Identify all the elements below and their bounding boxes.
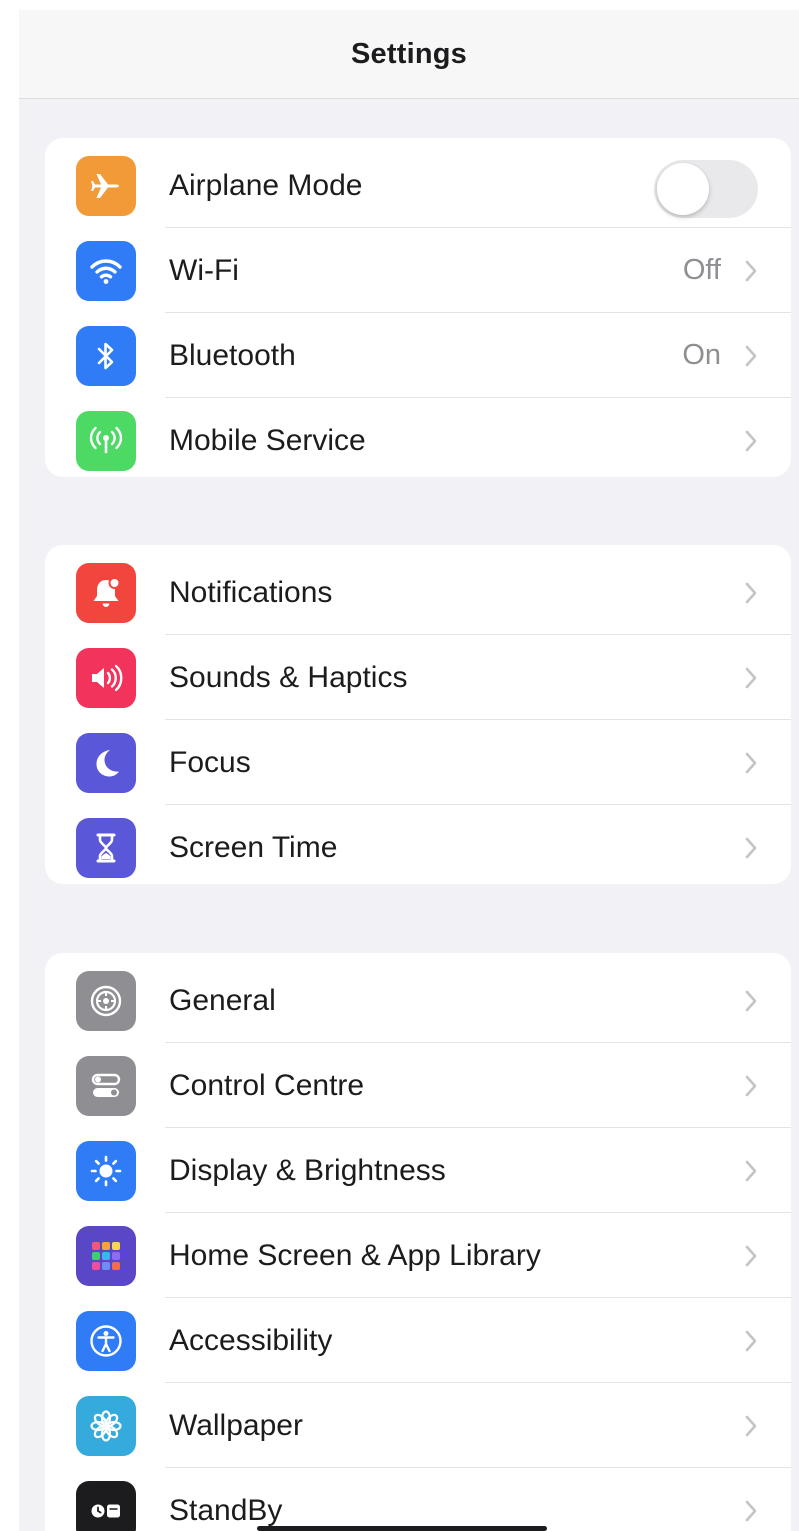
settings-row-standby[interactable]: StandBy: [45, 1468, 791, 1531]
airplane-mode-toggle[interactable]: [654, 160, 758, 218]
chevron-right-icon: [745, 667, 757, 689]
settings-row-bluetooth[interactable]: Bluetooth On: [45, 313, 791, 398]
chevron-right-icon: [745, 752, 757, 774]
hourglass-icon: [76, 818, 136, 878]
settings-row-mobile-service[interactable]: Mobile Service: [45, 398, 791, 477]
sun-icon: [76, 1141, 136, 1201]
chevron-right-icon: [745, 1500, 757, 1522]
settings-row-label: Wallpaper: [169, 1409, 303, 1442]
settings-row-control-centre[interactable]: Control Centre: [45, 1043, 791, 1128]
settings-row-label: Mobile Service: [169, 424, 366, 457]
switches-icon: [76, 1056, 136, 1116]
settings-row-label: Airplane Mode: [169, 169, 363, 202]
settings-row-notifications[interactable]: Notifications: [45, 550, 791, 635]
settings-row-label: General: [169, 984, 276, 1017]
settings-row-label: Display & Brightness: [169, 1154, 446, 1187]
settings-row-label: Screen Time: [169, 831, 338, 864]
settings-row-home-screen-app-library[interactable]: Home Screen & App Library: [45, 1213, 791, 1298]
settings-row-label: Notifications: [169, 576, 333, 609]
bell-icon: [76, 563, 136, 623]
notifications-group: Notifications Sounds & Haptics Focus Scr…: [45, 545, 791, 884]
chevron-right-icon: [745, 990, 757, 1012]
settings-row-general[interactable]: General: [45, 958, 791, 1043]
navigation-bar: Settings: [19, 10, 799, 99]
settings-screen: Settings Airplane Mode Wi-Fi Off Bluetoo…: [19, 10, 799, 1531]
chevron-right-icon: [745, 1075, 757, 1097]
chevron-right-icon: [745, 837, 757, 859]
app-grid-icon: [76, 1226, 136, 1286]
accessibility-icon: [76, 1311, 136, 1371]
chevron-right-icon: [745, 1415, 757, 1437]
settings-row-label: Control Centre: [169, 1069, 365, 1102]
settings-row-label: Bluetooth: [169, 339, 296, 372]
standby-icon: [76, 1481, 136, 1531]
gear-icon: [76, 971, 136, 1031]
settings-row-screen-time[interactable]: Screen Time: [45, 805, 791, 884]
page-title: Settings: [351, 37, 467, 70]
airplane-icon: [76, 156, 136, 216]
antenna-icon: [76, 411, 136, 471]
speaker-icon: [76, 648, 136, 708]
chevron-right-icon: [745, 260, 757, 282]
settings-row-label: Home Screen & App Library: [169, 1239, 541, 1272]
settings-row-label: Accessibility: [169, 1324, 333, 1357]
chevron-right-icon: [745, 1245, 757, 1267]
settings-row-wallpaper[interactable]: Wallpaper: [45, 1383, 791, 1468]
general-group: General Control Centre Display & Brightn…: [45, 953, 791, 1531]
settings-row-focus[interactable]: Focus: [45, 720, 791, 805]
toggle-knob: [657, 163, 709, 215]
settings-row-label: StandBy: [169, 1494, 283, 1527]
settings-row-wifi[interactable]: Wi-Fi Off: [45, 228, 791, 313]
settings-row-sounds-haptics[interactable]: Sounds & Haptics: [45, 635, 791, 720]
home-indicator[interactable]: [257, 1526, 547, 1531]
chevron-right-icon: [745, 1330, 757, 1352]
bluetooth-status-value: On: [682, 339, 721, 371]
settings-row-accessibility[interactable]: Accessibility: [45, 1298, 791, 1383]
settings-row-display-brightness[interactable]: Display & Brightness: [45, 1128, 791, 1213]
bluetooth-icon: [76, 326, 136, 386]
chevron-right-icon: [745, 1160, 757, 1182]
chevron-right-icon: [745, 430, 757, 452]
moon-icon: [76, 733, 136, 793]
settings-row-label: Sounds & Haptics: [169, 661, 408, 694]
chevron-right-icon: [745, 582, 757, 604]
wifi-status-value: Off: [682, 254, 721, 286]
settings-row-label: Focus: [169, 746, 251, 779]
settings-row-label: Wi-Fi: [169, 254, 239, 287]
settings-row-airplane-mode[interactable]: Airplane Mode: [45, 143, 791, 228]
connectivity-group: Airplane Mode Wi-Fi Off Bluetooth On Mob…: [45, 138, 791, 477]
flower-icon: [76, 1396, 136, 1456]
chevron-right-icon: [745, 345, 757, 367]
wifi-icon: [76, 241, 136, 301]
